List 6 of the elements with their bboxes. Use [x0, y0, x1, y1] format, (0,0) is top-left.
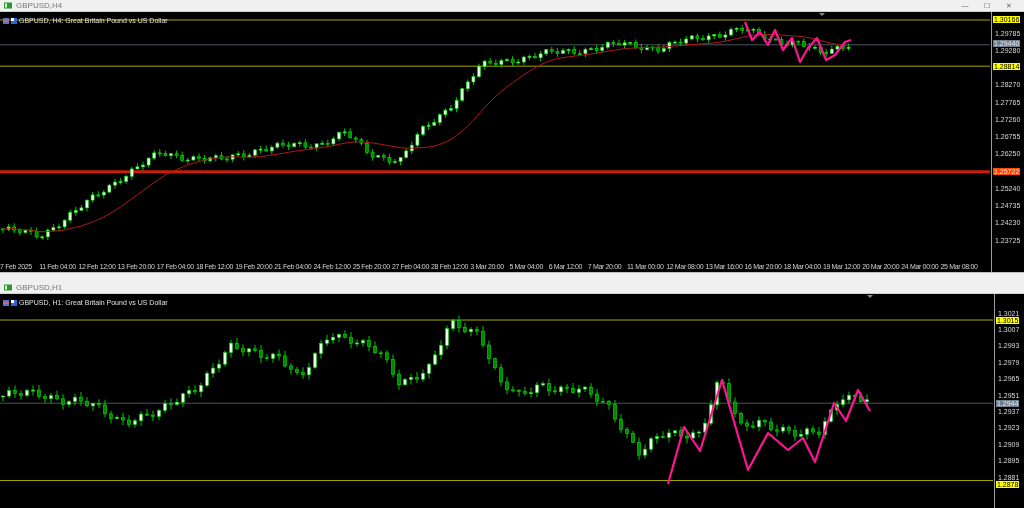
flag-icons: [3, 300, 17, 307]
window-title: GBPUSD,H4: [16, 0, 63, 12]
flag-icons: [3, 18, 17, 25]
chart-window-icon: [4, 284, 12, 291]
window-title: GBPUSD,H1: [16, 281, 63, 294]
chart-window-icon: [4, 2, 12, 9]
